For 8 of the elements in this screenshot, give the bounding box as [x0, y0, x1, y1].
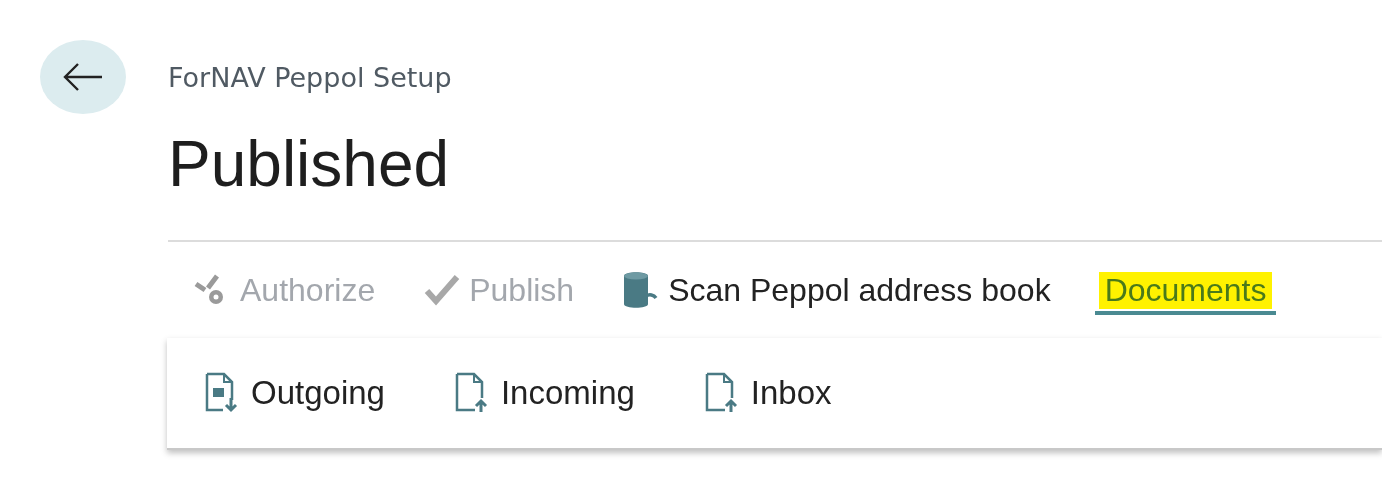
menu-item[interactable]: Outgoing [205, 372, 385, 414]
breadcrumb: ForNAV Peppol Setup [168, 61, 453, 95]
checkmark-icon [423, 273, 462, 307]
page-title: Published [168, 127, 451, 202]
menu-item[interactable]: Incoming [454, 372, 635, 414]
back-arrow-icon [62, 62, 104, 92]
action-button[interactable]: Scan Peppol address book [618, 264, 1055, 316]
menu-item[interactable]: Inbox [704, 372, 832, 414]
